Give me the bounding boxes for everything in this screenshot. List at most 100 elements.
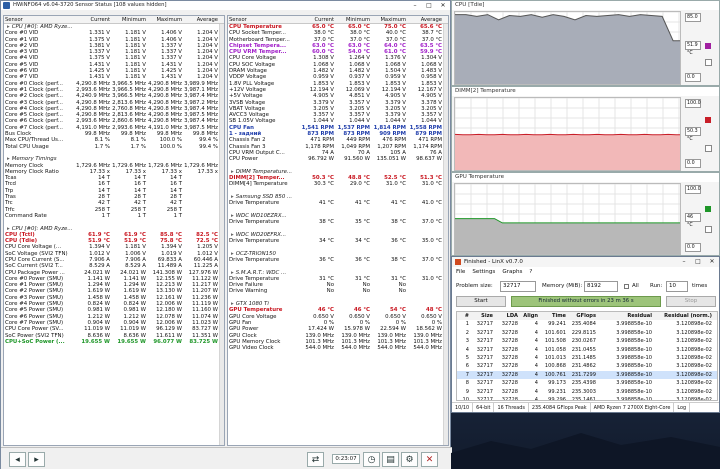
sensor-average: 31.0 °C <box>421 181 442 188</box>
hwinfo-title-bar[interactable]: HWiNFO64 v6.04-3720 Sensor Status [108 v… <box>1 1 450 10</box>
sensor-current: 96.792 W <box>308 156 334 163</box>
sensor-row[interactable]: Command Rate 1 T 1 T 1 T <box>4 213 224 219</box>
result-row[interactable]: 8 32717 32728 4 99.173 235.4398 3.998858e-10 3.… <box>457 379 717 387</box>
menu-file[interactable]: File <box>456 267 465 277</box>
sensor-row[interactable]: Drive Temperature 36 °C 36 °C 38 °C 37.0 °C <box>228 257 448 263</box>
sensor-row[interactable]: Drive Temperature 41 °C 41 °C 41 °C 41.0 °C <box>228 200 448 206</box>
column-maximum[interactable]: Maximum <box>148 16 184 23</box>
stop-button[interactable]: Stop <box>666 296 716 307</box>
scrollbar[interactable] <box>219 24 224 445</box>
maximize-icon[interactable]: □ <box>691 257 705 266</box>
network-icon[interactable]: ⇄ <box>307 452 324 467</box>
col-residual: Residual <box>627 313 652 319</box>
close-icon[interactable]: ✕ <box>436 1 450 10</box>
run-count-input[interactable]: 10 <box>666 281 688 292</box>
status-log[interactable]: Log <box>674 403 691 412</box>
memory-input[interactable]: 8192 <box>584 281 618 292</box>
col-lda: LDA <box>506 313 518 319</box>
close-icon[interactable]: ✕ <box>705 257 719 266</box>
graph-color-swatch[interactable] <box>705 43 711 49</box>
arrow-right-icon[interactable]: ▸ <box>28 452 45 467</box>
graph-max-value[interactable]: 100.0 <box>685 185 701 194</box>
result-row[interactable]: 9 32717 32728 4 99.231 235.3003 3.998858e-10 3.… <box>457 388 717 396</box>
sensor-average: 41.0 °C <box>421 200 442 207</box>
exit-icon[interactable]: ✕ <box>421 452 438 467</box>
column-average[interactable]: Average <box>184 16 220 23</box>
sensor-average: 83.725 W <box>189 338 218 345</box>
graph-fill <box>455 14 680 84</box>
graph-min-value[interactable]: 0.0 <box>685 159 701 168</box>
minimize-icon[interactable]: – <box>408 1 422 10</box>
result-row[interactable]: 7 32717 32728 4 100.761 231.7299 3.998858e-10 3… <box>457 370 717 380</box>
column-average[interactable]: Average <box>408 16 444 23</box>
column-sensor[interactable]: Sensor <box>228 16 300 23</box>
result-row[interactable]: 6 32717 32728 4 100.868 231.4862 3.998858e-10 3… <box>457 362 717 370</box>
start-button[interactable]: Start <box>456 296 506 307</box>
result-residual: 3.998858e-10 <box>616 380 652 387</box>
graph-svg <box>455 98 680 170</box>
sensor-row[interactable]: Drive Temperature 38 °C 35 °C 38 °C 37.0 °C <box>228 219 448 225</box>
sensor-row[interactable]: Drive Warning No No No <box>228 288 448 294</box>
clock-icon[interactable]: ◷ <box>363 452 380 467</box>
result-lda: 32728 <box>501 396 518 401</box>
result-row[interactable]: 10 32717 32728 4 99.296 235.1461 3.998858e-10 3… <box>457 396 717 401</box>
column-minimum[interactable]: Minimum <box>112 16 148 23</box>
graph-checkbox[interactable] <box>705 145 712 152</box>
sensor-maximum: No <box>398 288 406 295</box>
menu-graphs[interactable]: Graphs <box>502 267 522 277</box>
graph-max-value[interactable]: 85.0 <box>685 13 701 22</box>
sensor-row[interactable]: CPU+SoC Power (... 19.655 W 19.655 W 96.077… <box>4 339 224 345</box>
times-label: times <box>692 283 708 289</box>
col-gflops: GFlops <box>576 313 596 319</box>
graph-color-swatch[interactable] <box>705 117 711 123</box>
sensor-row[interactable]: Drive Temperature 34 °C 34 °C 36 °C 35.0 °C <box>228 238 448 244</box>
sensor-row[interactable]: DIMM[4] Temperature 30.3 °C 29.0 °C 31.0 °C… <box>228 181 448 187</box>
result-residual-norm: 3.120898e-02 <box>676 371 712 378</box>
all-checkbox[interactable] <box>624 284 629 289</box>
col-time: Time <box>552 313 566 319</box>
result-align: 4 <box>534 388 538 395</box>
result-index: 7 <box>465 371 469 378</box>
sensor-row[interactable]: GPU Video Clock 544.0 MHz 544.0 MHz 544.0 M… <box>228 345 448 351</box>
column-minimum[interactable]: Minimum <box>336 16 372 23</box>
graph-max-value[interactable]: 100.0 <box>685 99 701 108</box>
column-current[interactable]: Current <box>76 16 112 23</box>
result-index: 10 <box>462 396 469 401</box>
scrollbar[interactable] <box>443 24 448 445</box>
menu-settings[interactable]: Settings <box>472 267 495 277</box>
linx-title-bar[interactable]: Finished - LinX v0.7.0 – □ ✕ <box>452 257 719 267</box>
maximize-icon[interactable]: □ <box>422 1 436 10</box>
sensor-average: 98.637 W <box>416 156 442 163</box>
graph-area <box>454 183 681 255</box>
graph-min-value[interactable]: 0.0 <box>685 73 701 82</box>
graph-color-swatch[interactable] <box>705 206 711 212</box>
graph-checkbox[interactable] <box>705 59 712 66</box>
menu-help[interactable]: ? <box>529 267 532 277</box>
arrow-left-icon[interactable]: ◂ <box>9 452 26 467</box>
log-icon[interactable]: ▤ <box>382 452 399 467</box>
sensor-maximum: 38 °C <box>390 256 406 263</box>
result-row[interactable]: 3 32717 32728 4 101.508 230.0267 3.998858e-10 3… <box>457 337 717 345</box>
column-maximum[interactable]: Maximum <box>372 16 408 23</box>
linx-menu-bar: File Settings Graphs ? <box>452 267 719 277</box>
column-current[interactable]: Current <box>300 16 336 23</box>
result-residual: 3.998858e-10 <box>616 396 652 401</box>
minimize-icon[interactable]: – <box>677 257 691 266</box>
graph-window-cpu[interactable]: CPU [Tdie] 85.0 51.9 °C 0.0 <box>451 0 720 86</box>
result-gflops: 235.4084 <box>571 321 596 328</box>
result-row[interactable]: 2 32717 32728 4 101.601 229.8115 3.998858e-10 3… <box>457 329 717 337</box>
linx-title: Finished - LinX v0.7.0 <box>464 259 523 265</box>
graph-checkbox[interactable] <box>705 226 712 233</box>
sensor-row[interactable]: Total CPU Usage 1.7 % 1.7 % 100.0 % 99.4 % <box>4 144 224 150</box>
result-row[interactable]: 4 32717 32728 4 101.058 231.0455 3.998858e-10 3… <box>457 346 717 354</box>
result-row[interactable]: 1 32717 32728 4 99.241 235.4084 3.998858e-10 3.… <box>457 320 717 328</box>
settings-icon[interactable]: ⚙ <box>401 452 418 467</box>
problem-size-input[interactable]: 32717 <box>500 281 536 292</box>
graph-window-dimm[interactable]: DIMM[2] Temperature 100.0 50.3 °C 0.0 <box>451 86 720 172</box>
graph-min-value[interactable]: 0.0 <box>685 243 701 252</box>
sensor-row[interactable]: CPU Power 96.792 W 91.560 W 135.051 W 98.637… <box>228 156 448 162</box>
graph-window-gpu[interactable]: GPU Temperature 100.0 46 °C 0.0 <box>451 172 720 256</box>
result-residual-norm: 3.120898e-02 <box>676 396 712 401</box>
result-row[interactable]: 5 32717 32728 4 101.013 231.1485 3.998858e-10 3… <box>457 354 717 362</box>
column-sensor[interactable]: Sensor <box>4 16 76 23</box>
